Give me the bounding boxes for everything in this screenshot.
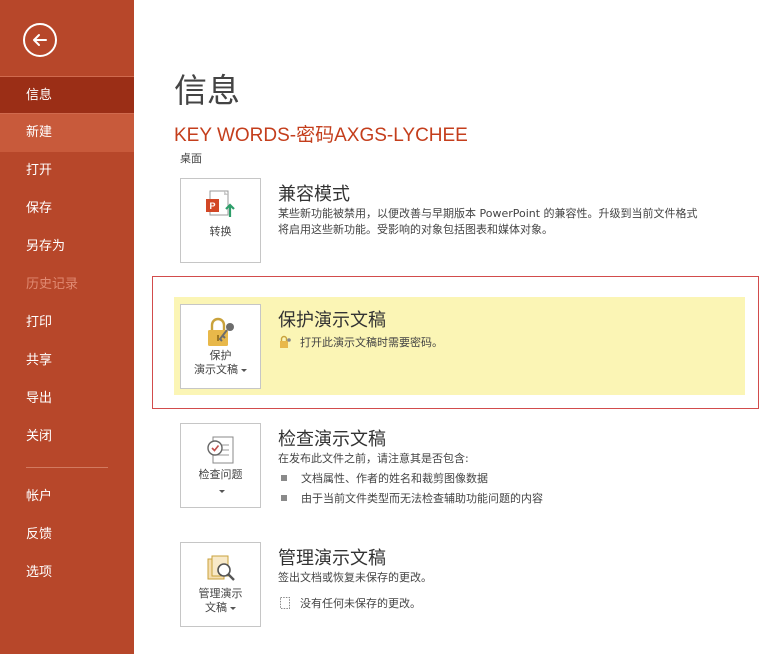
lock-key-icon (207, 317, 234, 346)
inspect-bullet-text: 由于当前文件类型而无法检查辅助功能问题的内容 (301, 492, 543, 505)
convert-icon: P (205, 190, 235, 217)
manage-button-line2: 文稿 (205, 601, 227, 614)
convert-button-label: 转换 (209, 225, 232, 238)
page-title: 信息 (174, 71, 240, 110)
protect-button-line2: 演示文稿 (194, 363, 238, 376)
inspect-title: 检查演示文稿 (278, 429, 386, 450)
check-issues-caret-wrap (181, 484, 260, 498)
nav-options[interactable]: 选项 (0, 554, 134, 592)
inspect-bullet-text: 文档属性、作者的姓名和裁剪图像数据 (301, 472, 488, 485)
protect-button-line1: 保护 (209, 349, 232, 362)
compat-section: P 转换 兼容模式 某些新功能被禁用，以便改善与早期版本 PowerPoint … (174, 178, 746, 268)
compat-desc-line2: 将启用这些新功能。受影响的对象包括图表和媒体对象。 (278, 223, 553, 236)
inspect-document-icon (206, 436, 233, 464)
inspect-bullet: 由于当前文件类型而无法检查辅助功能问题的内容 (278, 490, 543, 506)
nav-share[interactable]: 共享 (0, 342, 134, 380)
nav-print[interactable]: 打印 (0, 304, 134, 342)
manage-section: 管理演示 文稿 管理演示文稿 签出文档或恢复未保存的更改。 没有任何未保存的更改… (174, 542, 746, 632)
manage-versions-icon (207, 555, 235, 581)
small-lock-icon (280, 335, 291, 348)
nav-divider (26, 467, 108, 468)
compat-title: 兼容模式 (278, 184, 350, 205)
document-title: KEY WORDS-密码AXGS-LYCHEE (174, 125, 468, 146)
backstage-sidebar: 信息 新建 打开 保存 另存为 历史记录 打印 共享 导出 关闭 帐户 反馈 选… (0, 0, 134, 654)
dropdown-caret-icon (241, 368, 247, 372)
manage-desc: 签出文档或恢复未保存的更改。 (278, 571, 432, 584)
nav-info[interactable]: 信息 (0, 76, 134, 114)
protect-title: 保护演示文稿 (278, 310, 386, 331)
back-button[interactable] (23, 23, 57, 57)
document-location: 桌面 (180, 152, 202, 165)
nav-open[interactable]: 打开 (0, 152, 134, 190)
svg-text:P: P (209, 201, 215, 211)
manage-button-line1: 管理演示 (198, 587, 243, 600)
manage-note-row: 没有任何未保存的更改。 (278, 595, 421, 611)
inspect-section: 检查问题 检查演示文稿 在发布此文件之前，请注意其是否包含: 文档属性、作者的姓… (174, 423, 746, 523)
dropdown-caret-icon (230, 606, 236, 610)
convert-button[interactable]: P 转换 (180, 178, 261, 263)
nav-export[interactable]: 导出 (0, 380, 134, 418)
compat-desc-line1: 某些新功能被禁用，以便改善与早期版本 PowerPoint 的兼容性。升级到当前… (278, 207, 698, 220)
manage-note: 没有任何未保存的更改。 (300, 597, 421, 610)
protect-presentation-button[interactable]: 保护 演示文稿 (180, 304, 261, 389)
manage-button-line2-wrap: 文稿 (181, 601, 260, 615)
protect-section: 保护 演示文稿 保护演示文稿 打开此演示文稿时需要密码。 (174, 304, 746, 394)
protect-desc-row: 打开此演示文稿时需要密码。 (278, 334, 443, 350)
protect-desc: 打开此演示文稿时需要密码。 (300, 336, 443, 349)
bullet-square-icon (281, 495, 287, 501)
manage-title: 管理演示文稿 (278, 548, 386, 569)
nav-close[interactable]: 关闭 (0, 418, 134, 456)
bullet-square-icon (281, 475, 287, 481)
check-issues-label: 检查问题 (198, 468, 243, 481)
inspect-desc: 在发布此文件之前，请注意其是否包含: (278, 452, 469, 465)
nav-account[interactable]: 帐户 (0, 478, 134, 516)
protect-button-line2-wrap: 演示文稿 (181, 363, 260, 377)
check-issues-button[interactable]: 检查问题 (180, 423, 261, 508)
nav-save-as[interactable]: 另存为 (0, 228, 134, 266)
inspect-bullet: 文档属性、作者的姓名和裁剪图像数据 (278, 470, 488, 486)
nav-new[interactable]: 新建 (0, 114, 134, 152)
nav-save[interactable]: 保存 (0, 190, 134, 228)
document-dashed-icon (280, 597, 290, 609)
nav-history: 历史记录 (26, 277, 79, 292)
manage-presentation-button[interactable]: 管理演示 文稿 (180, 542, 261, 627)
back-arrow-icon (33, 34, 47, 46)
dropdown-caret-icon (219, 489, 225, 493)
nav-feedback[interactable]: 反馈 (0, 516, 134, 554)
